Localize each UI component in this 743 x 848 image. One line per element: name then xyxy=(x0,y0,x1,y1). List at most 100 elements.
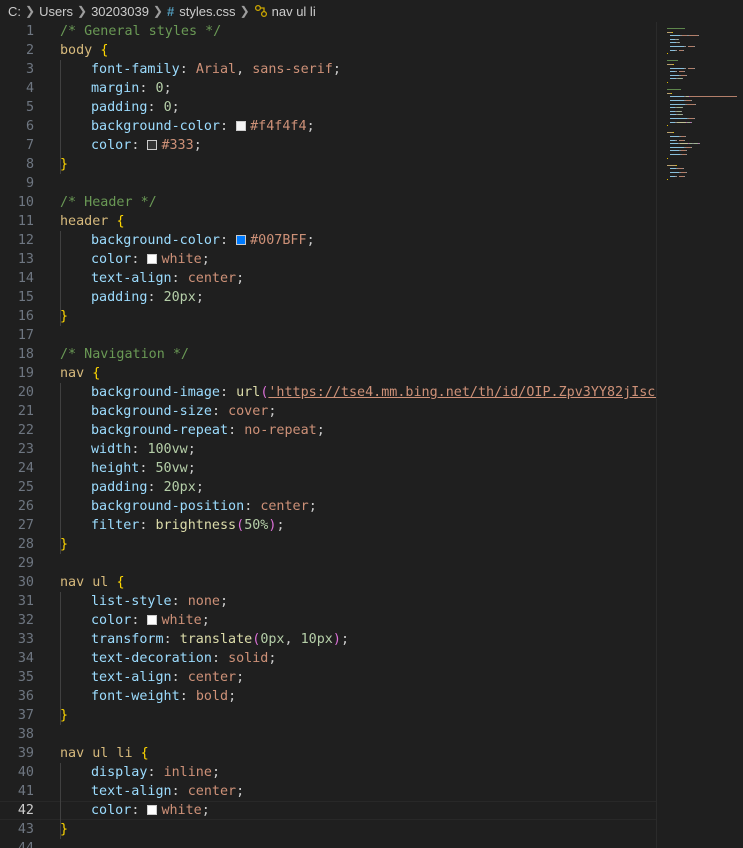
code-line[interactable]: 30 nav ul { xyxy=(0,573,657,592)
line-code: background-size: cover; xyxy=(91,402,276,421)
code-line[interactable]: 25 padding: 20px; xyxy=(0,478,657,497)
code-line[interactable]: 22 background-repeat: no-repeat; xyxy=(0,421,657,440)
minimap-token xyxy=(670,146,684,148)
code-line[interactable]: 27 filter: brightness(50%); xyxy=(0,516,657,535)
code-token: width xyxy=(91,442,132,457)
code-line[interactable]: 1 /* General styles */ xyxy=(0,22,657,41)
code-line[interactable]: 2 body { xyxy=(0,41,657,60)
code-token: : xyxy=(220,233,237,248)
color-swatch[interactable] xyxy=(147,254,158,264)
breadcrumb-drive[interactable]: C: xyxy=(8,4,21,19)
code-line[interactable]: 3 font-family: Arial, sans-serif; xyxy=(0,60,657,79)
code-line[interactable]: 34 text-decoration: solid; xyxy=(0,649,657,668)
line-code: color: white; xyxy=(91,801,210,820)
code-line[interactable]: 38 xyxy=(0,725,657,744)
code-line[interactable]: 31 list-style: none; xyxy=(0,592,657,611)
code-token: nav ul li xyxy=(60,746,141,761)
code-line[interactable]: 10 /* Header */ xyxy=(0,193,657,212)
code-token: text-align xyxy=(91,670,172,685)
code-line[interactable]: 4 margin: 0; xyxy=(0,79,657,98)
code-token: , xyxy=(236,62,253,77)
code-line[interactable]: 20 background-image: url('https://tse4.mm… xyxy=(0,383,657,402)
code-line[interactable]: 14 text-align: center; xyxy=(0,269,657,288)
code-line[interactable]: 32 color: white; xyxy=(0,611,657,630)
minimap-token xyxy=(672,31,673,33)
line-code: } xyxy=(60,307,68,326)
code-line[interactable]: 23 width: 100vw; xyxy=(0,440,657,459)
code-line[interactable]: 41 text-align: center; xyxy=(0,782,657,801)
code-line[interactable]: 26 background-position: center; xyxy=(0,497,657,516)
breadcrumb-users[interactable]: Users xyxy=(39,4,73,19)
minimap-token xyxy=(684,67,686,69)
code-line[interactable]: 36 font-weight: bold; xyxy=(0,687,657,706)
code-line[interactable]: 42 color: white; xyxy=(0,801,657,820)
color-swatch[interactable] xyxy=(236,121,247,131)
code-token: center xyxy=(260,499,309,514)
line-code: header { xyxy=(60,212,125,231)
line-number: 43 xyxy=(17,822,34,837)
code-line[interactable]: 15 padding: 20px; xyxy=(0,288,657,307)
code-line[interactable]: 13 color: white; xyxy=(0,250,657,269)
code-line[interactable]: 9 xyxy=(0,174,657,193)
code-token: bold xyxy=(195,689,229,704)
line-number: 6 xyxy=(25,119,34,134)
code-line[interactable]: 18 /* Navigation */ xyxy=(0,345,657,364)
line-code: transform: translate(0px, 10px); xyxy=(91,630,349,649)
code-token: ; xyxy=(316,423,325,438)
minimap-token xyxy=(686,154,687,155)
line-code: margin: 0; xyxy=(91,79,172,98)
code-line[interactable]: 12 background-color: #007BFF; xyxy=(0,231,657,250)
code-line[interactable]: 24 height: 50vw; xyxy=(0,459,657,478)
minimap-token xyxy=(684,71,685,73)
code-line[interactable]: 44 xyxy=(0,839,657,848)
code-line[interactable]: 21 background-size: cover; xyxy=(0,402,657,421)
code-line[interactable]: 40 display: inline; xyxy=(0,763,657,782)
code-token: text-align xyxy=(91,784,172,799)
color-swatch[interactable] xyxy=(147,140,158,150)
code-token: Arial xyxy=(195,62,237,77)
breadcrumb-symbol[interactable]: nav ul li xyxy=(272,4,316,19)
code-token: ; xyxy=(236,784,245,799)
minimap-token xyxy=(667,157,668,159)
code-line[interactable]: 8} xyxy=(0,155,657,174)
code-line[interactable]: 39 nav ul li { xyxy=(0,744,657,763)
code-line[interactable]: 35 text-align: center; xyxy=(0,668,657,687)
code-line[interactable]: 5 padding: 0; xyxy=(0,98,657,117)
line-number: 11 xyxy=(17,214,34,229)
code-line[interactable]: 7 color: #333; xyxy=(0,136,657,155)
line-number: 32 xyxy=(17,613,34,628)
code-token: nav xyxy=(60,366,93,381)
color-swatch[interactable] xyxy=(147,615,158,625)
line-number: 30 xyxy=(17,575,34,590)
line-code: padding: 0; xyxy=(91,98,180,117)
code-line[interactable]: 6 background-color: #f4f4f4; xyxy=(0,117,657,136)
code-token: ; xyxy=(236,271,245,286)
code-line[interactable]: 17 xyxy=(0,326,657,345)
breadcrumb-user-folder[interactable]: 30203039 xyxy=(91,4,149,19)
minimap-token xyxy=(680,143,688,145)
code-editor[interactable]: 1/* General styles */2 body {3 font-family… xyxy=(0,22,657,848)
minimap-token xyxy=(679,42,680,44)
code-token: cover xyxy=(228,404,269,419)
minimap-token xyxy=(678,38,679,40)
line-code: text-align: center; xyxy=(91,668,244,687)
code-line[interactable]: 43} xyxy=(0,820,657,839)
line-code: filter: brightness(50%); xyxy=(91,516,285,535)
code-line[interactable]: 19 nav { xyxy=(0,364,657,383)
minimap-token xyxy=(686,172,687,173)
minimap-token xyxy=(691,100,692,101)
code-line[interactable]: 37} xyxy=(0,706,657,725)
color-swatch[interactable] xyxy=(236,235,247,245)
code-line[interactable]: 28} xyxy=(0,535,657,554)
minimap[interactable] xyxy=(657,22,743,848)
code-line[interactable]: 16} xyxy=(0,307,657,326)
indent-guide xyxy=(60,60,61,174)
breadcrumb-file[interactable]: styles.css xyxy=(179,4,235,19)
line-code: color: #333; xyxy=(91,136,202,155)
code-token: center xyxy=(187,670,237,685)
code-line[interactable]: 11 header { xyxy=(0,212,657,231)
code-line[interactable]: 29 xyxy=(0,554,657,573)
color-swatch[interactable] xyxy=(147,805,158,815)
code-line[interactable]: 33 transform: translate(0px, 10px); xyxy=(0,630,657,649)
line-code: /* Navigation */ xyxy=(60,345,189,364)
